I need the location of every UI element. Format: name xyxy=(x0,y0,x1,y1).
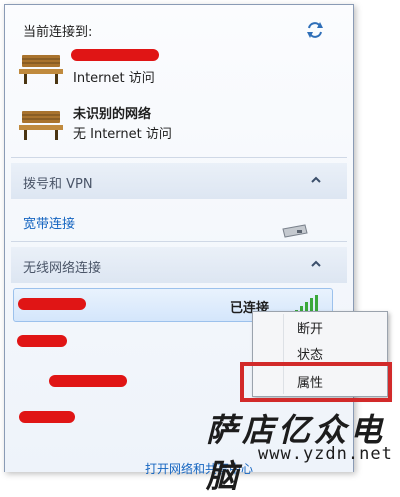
connection-name: 未识别的网络 xyxy=(73,107,152,122)
menu-item-disconnect[interactable]: 断开 xyxy=(297,318,323,337)
watermark-url: www.yzdn.net xyxy=(258,444,393,464)
section-title: 拨号和 VPN xyxy=(23,177,93,192)
refresh-icon[interactable] xyxy=(305,21,325,39)
connection-item: Internet 访问 xyxy=(19,45,339,89)
chevron-up-icon[interactable] xyxy=(311,259,321,269)
connection-status: 无 Internet 访问 xyxy=(73,127,172,142)
redacted-network-name xyxy=(71,49,159,61)
redacted-network-name[interactable] xyxy=(17,335,67,347)
redacted-network-name[interactable] xyxy=(19,411,75,423)
modem-icon xyxy=(282,224,308,238)
connection-status: Internet 访问 xyxy=(73,71,155,86)
section-title: 无线网络连接 xyxy=(23,261,102,276)
chevron-up-icon[interactable] xyxy=(311,175,321,185)
connection-item: 未识别的网络 无 Internet 访问 xyxy=(19,101,339,145)
divider xyxy=(11,157,347,158)
section-wireless[interactable]: 无线网络连接 xyxy=(11,247,347,283)
menu-item-status[interactable]: 状态 xyxy=(297,344,323,363)
redacted-network-name[interactable] xyxy=(49,375,127,387)
divider xyxy=(11,241,347,242)
redacted-network-name xyxy=(18,298,86,310)
section-dialup-vpn[interactable]: 拨号和 VPN xyxy=(11,163,347,199)
network-bench-icon xyxy=(19,55,63,84)
current-connection-label: 当前连接到: xyxy=(23,25,93,40)
network-bench-icon xyxy=(19,111,63,140)
highlight-box xyxy=(240,362,392,402)
broadband-connection-link[interactable]: 宽带连接 xyxy=(23,213,75,232)
